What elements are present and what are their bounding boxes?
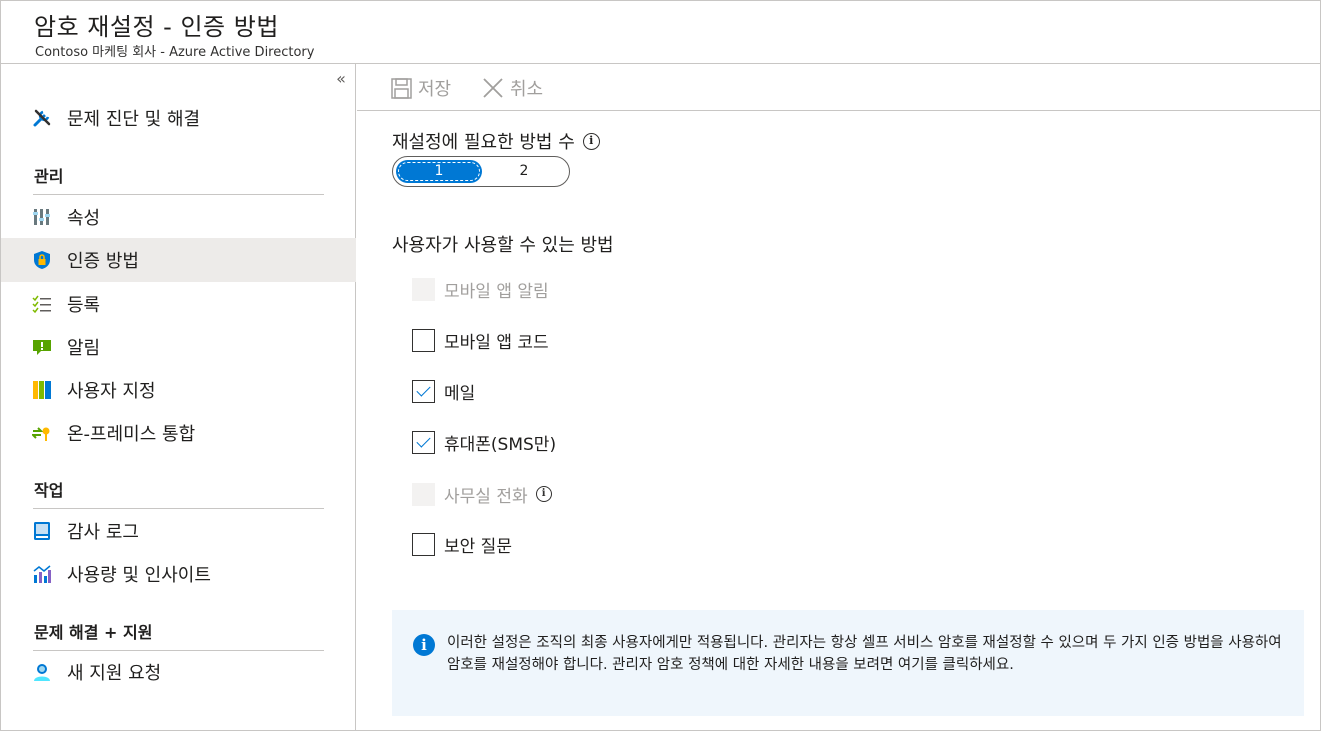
sidebar-item-audit-logs[interactable]: 감사 로그 (1, 509, 356, 553)
sidebar-item-registration[interactable]: 등록 (1, 282, 356, 326)
save-icon (391, 77, 412, 99)
method-mobile-app-notification: 모바일 앱 알림 (412, 277, 549, 302)
info-filled-icon: i (413, 634, 435, 656)
sidebar-item-label: 알림 (67, 338, 101, 359)
close-icon (483, 78, 503, 98)
page-title: 암호 재설정 - 인증 방법 (34, 13, 279, 41)
checkbox-mobile-app-code[interactable] (412, 328, 435, 352)
sidebar-item-label: 등록 (67, 295, 101, 316)
method-label: 모바일 앱 알림 (444, 281, 549, 302)
shield-lock-icon (32, 250, 52, 270)
sidebar-item-label: 속성 (67, 208, 101, 229)
save-button[interactable]: 저장 (391, 75, 451, 101)
notification-icon (32, 337, 52, 357)
method-security-questions[interactable]: 보안 질문 (412, 532, 512, 557)
checklist-icon (32, 294, 52, 314)
page-header: 암호 재설정 - 인증 방법 Contoso 마케팅 회사 - Azure Ac… (1, 1, 1320, 64)
info-banner[interactable]: i 이러한 설정은 조직의 최종 사용자에게만 적용됩니다. 관리자는 항상 셀… (392, 610, 1304, 716)
checkbox-mobile-app-notification (412, 277, 435, 301)
section-title-manage: 관리 (34, 167, 64, 186)
method-label: 메일 (444, 383, 476, 404)
support-person-icon (32, 662, 52, 682)
method-label: 모바일 앱 코드 (444, 332, 549, 353)
sidebar-item-properties[interactable]: 속성 (1, 195, 356, 239)
sidebar-item-label: 사용량 및 인사이트 (67, 565, 211, 586)
method-label: 보안 질문 (444, 536, 512, 557)
sidebar-item-onprem-integration[interactable]: 온-프레미스 통합 (1, 411, 356, 455)
audit-log-icon (32, 521, 52, 541)
method-mobile-app-code[interactable]: 모바일 앱 코드 (412, 328, 549, 353)
sidebar-item-label: 인증 방법 (67, 251, 139, 272)
sidebar-item-usage-insights[interactable]: 사용량 및 인사이트 (1, 552, 356, 596)
required-methods-toggle: 1 2 (392, 156, 570, 187)
checkbox-office-phone (412, 482, 435, 506)
required-methods-text: 재설정에 필요한 방법 수 (392, 132, 575, 153)
cancel-label: 취소 (510, 79, 544, 100)
methods-section-title: 사용자가 사용할 수 있는 방법 (392, 235, 614, 256)
sidebar-item-auth-methods[interactable]: 인증 방법 (1, 238, 356, 282)
sidebar-item-label: 사용자 지정 (67, 381, 156, 402)
checkbox-security-questions[interactable] (412, 532, 435, 556)
info-banner-text[interactable]: 이러한 설정은 조직의 최종 사용자에게만 적용됩니다. 관리자는 항상 셀프 … (447, 632, 1297, 676)
page-subtitle: Contoso 마케팅 회사 - Azure Active Directory (35, 45, 315, 60)
section-title-activity: 작업 (34, 481, 64, 500)
method-email[interactable]: 메일 (412, 379, 476, 404)
sidebar-item-label: 새 지원 요청 (67, 663, 162, 684)
sidebar-item-troubleshoot[interactable]: 문제 진단 및 해결 (1, 96, 356, 140)
method-label: 휴대폰(SMS만) (444, 434, 557, 455)
sidebar-item-label: 감사 로그 (67, 522, 139, 543)
command-bar: 저장 취소 (357, 64, 1320, 111)
info-icon[interactable]: i (535, 486, 552, 502)
section-title-support: 문제 해결 + 지원 (34, 623, 153, 642)
main-content: 저장 취소 재설정에 필요한 방법 수 i 1 2 사용자가 사용할 수 있는 … (357, 64, 1320, 730)
collapse-sidebar-icon[interactable]: « (332, 70, 350, 88)
insights-chart-icon (32, 564, 52, 584)
wrench-screwdriver-icon (32, 108, 52, 128)
sync-key-icon (30, 423, 52, 443)
method-mobile-phone-sms[interactable]: 휴대폰(SMS만) (412, 430, 557, 455)
customize-icon (32, 380, 52, 400)
sidebar-item-label: 온-프레미스 통합 (67, 424, 196, 445)
sidebar-item-new-support-request[interactable]: 새 지원 요청 (1, 650, 356, 694)
method-office-phone: 사무실 전화 i (412, 482, 552, 507)
sidebar: « 문제 진단 및 해결 관리 속성 인증 방법 등록 알림 사용자 지정 온-… (1, 64, 356, 730)
sidebar-item-label: 문제 진단 및 해결 (67, 109, 201, 130)
checkbox-email[interactable] (412, 379, 435, 403)
save-label: 저장 (418, 79, 452, 100)
info-icon[interactable]: i (582, 132, 600, 150)
sidebar-item-notifications[interactable]: 알림 (1, 325, 356, 369)
toggle-option-2[interactable]: 2 (481, 160, 567, 183)
toggle-option-1[interactable]: 1 (396, 160, 482, 183)
required-methods-label: 재설정에 필요한 방법 수 i (392, 128, 600, 154)
method-label: 사무실 전화 (444, 486, 528, 507)
checkbox-mobile-phone-sms[interactable] (412, 430, 435, 454)
sidebar-item-customization[interactable]: 사용자 지정 (1, 368, 356, 412)
cancel-button[interactable]: 취소 (482, 75, 543, 101)
properties-icon (32, 207, 52, 227)
